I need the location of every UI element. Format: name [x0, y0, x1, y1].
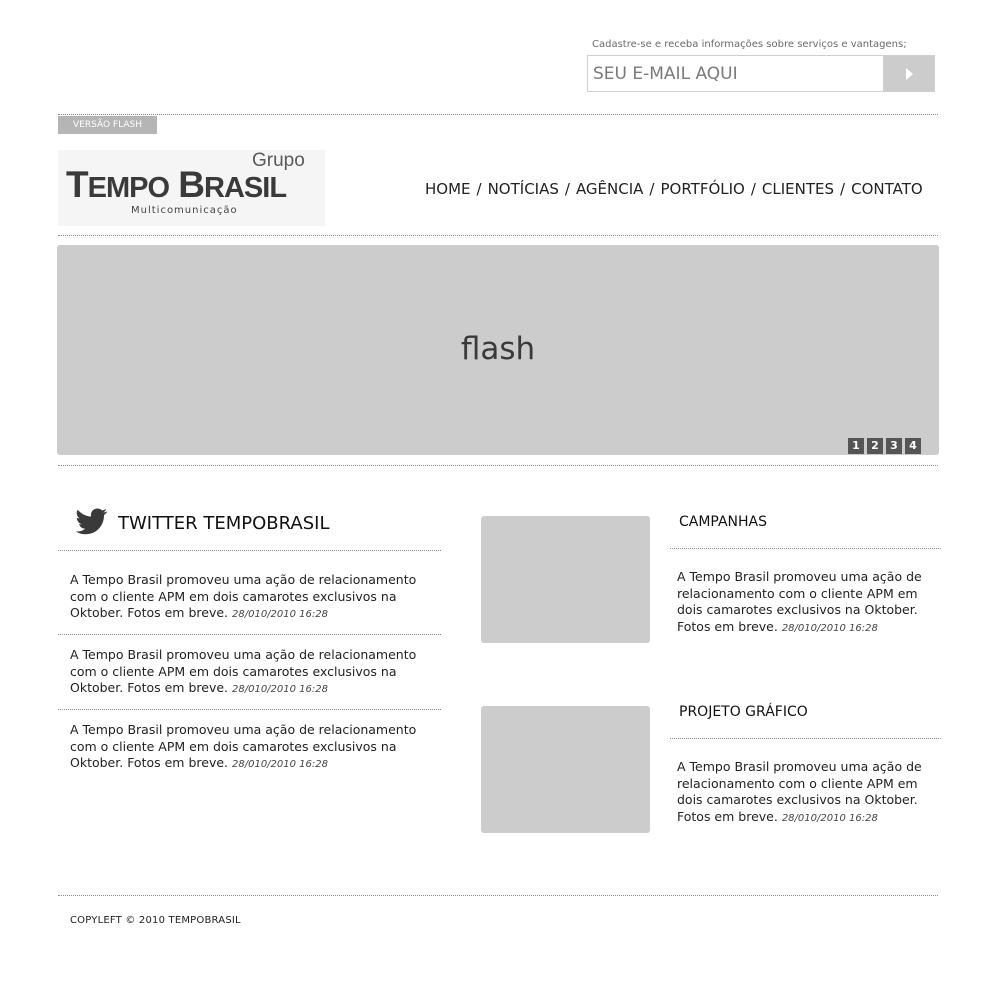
- flash-page-2[interactable]: 2: [867, 438, 883, 454]
- nav-divider: [58, 235, 938, 236]
- flash-banner[interactable]: flash 1 2 3 4: [57, 245, 939, 455]
- tweet-divider: [58, 634, 441, 635]
- nav-item-agencia[interactable]: AGÊNCIA: [576, 180, 643, 198]
- logo-tagline: Multicomunicação: [131, 205, 238, 216]
- tweet-date: 28/010/2010 16:28: [232, 759, 328, 770]
- twitter-bird-icon[interactable]: [74, 508, 108, 536]
- logo-letter-b: B: [178, 164, 205, 205]
- banner-divider: [58, 465, 938, 466]
- nav-item-home[interactable]: HOME: [425, 180, 471, 198]
- newsletter-submit-button[interactable]: [883, 55, 935, 92]
- tweet-date: 28/010/2010 16:28: [232, 684, 328, 695]
- logo-word-empo: EMPO: [87, 172, 170, 204]
- tweet-item: A Tempo Brasil promoveu uma ação de rela…: [70, 722, 430, 774]
- tweet-date: 28/010/2010 16:28: [232, 609, 328, 620]
- logo-word-rasil: RASIL: [204, 172, 287, 204]
- projeto-grafico-divider: [670, 738, 941, 739]
- campanhas-title[interactable]: CAMPANHAS: [679, 514, 767, 530]
- footer-copyright: COPYLEFT © 2010 TEMPOBRASIL: [70, 915, 241, 926]
- projeto-grafico-text: A Tempo Brasil promoveu uma ação de rela…: [677, 759, 937, 827]
- nav-separator: /: [476, 180, 482, 198]
- flash-pager: 1 2 3 4: [848, 438, 921, 454]
- projeto-grafico-date: 28/010/2010 16:28: [781, 812, 878, 824]
- nav-item-contato[interactable]: CONTATO: [851, 180, 923, 198]
- newsletter-prompt: Cadastre-se e receba informações sobre s…: [592, 39, 907, 50]
- tweet-item: A Tempo Brasil promoveu uma ação de rela…: [70, 647, 430, 699]
- play-arrow-icon: [905, 67, 913, 80]
- nav-separator: /: [649, 180, 655, 198]
- version-flash-link[interactable]: VERSÃO FLASH: [58, 116, 157, 134]
- nav-separator: /: [750, 180, 756, 198]
- flash-page-3[interactable]: 3: [886, 438, 902, 454]
- twitter-title: TWITTER TEMPOBRASIL: [118, 513, 330, 534]
- campanhas-divider: [670, 548, 941, 549]
- tweet-divider: [58, 709, 441, 710]
- nav-separator: /: [840, 180, 846, 198]
- flash-label: flash: [460, 331, 536, 367]
- logo-letter-t: T: [66, 164, 89, 205]
- newsletter-email-input[interactable]: [587, 55, 884, 92]
- logo[interactable]: Grupo TEMPO BRASIL Multicomunicação: [58, 150, 325, 226]
- tweet-item: A Tempo Brasil promoveu uma ação de rela…: [70, 572, 430, 624]
- footer-divider: [58, 895, 938, 896]
- campanhas-text: A Tempo Brasil promoveu uma ação de rela…: [677, 569, 937, 637]
- logo-wordmark: TEMPO BRASIL: [66, 164, 287, 208]
- flash-page-1[interactable]: 1: [848, 438, 864, 454]
- nav-item-clientes[interactable]: CLIENTES: [762, 180, 834, 198]
- flash-page-4[interactable]: 4: [905, 438, 921, 454]
- projeto-grafico-title[interactable]: PROJETO GRÁFICO: [679, 704, 808, 720]
- main-nav: HOME / NOTÍCIAS / AGÊNCIA / PORTFÓLIO / …: [425, 180, 923, 198]
- nav-item-noticias[interactable]: NOTÍCIAS: [488, 180, 559, 198]
- nav-item-portfolio[interactable]: PORTFÓLIO: [660, 180, 744, 198]
- campanhas-date: 28/010/2010 16:28: [781, 622, 878, 634]
- header-divider: [58, 114, 938, 115]
- campanhas-thumbnail[interactable]: [481, 516, 650, 643]
- projeto-grafico-thumbnail[interactable]: [481, 706, 650, 833]
- nav-separator: /: [564, 180, 570, 198]
- twitter-title-divider: [58, 550, 441, 551]
